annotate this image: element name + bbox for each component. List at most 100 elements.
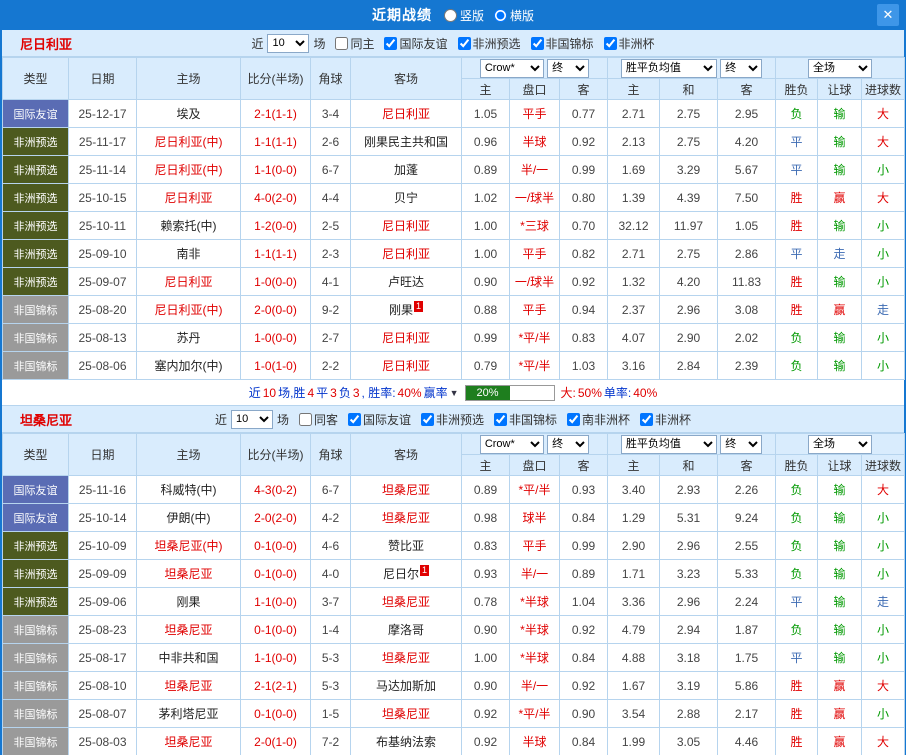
team-link[interactable]: 坦桑尼亚(中): [155, 539, 223, 553]
team-link[interactable]: 马达加斯加: [376, 679, 436, 693]
team-link[interactable]: 尼日利亚(中): [155, 303, 223, 317]
score-cell: 1-1(0-0): [240, 155, 311, 184]
scope-select[interactable]: 全场: [808, 58, 873, 78]
team-link[interactable]: 伊朗(中): [167, 511, 211, 525]
summary-text: 40%: [633, 385, 658, 400]
team-link[interactable]: 南非: [176, 247, 200, 261]
match-count-select[interactable]: 10: [230, 409, 273, 429]
result-wl-cell: 平: [775, 127, 819, 156]
summary-text: 50%: [577, 385, 602, 400]
filter-checkbox[interactable]: 非国锦标: [530, 35, 594, 52]
result-wl-cell: 胜: [775, 671, 819, 700]
team-link[interactable]: 茅利塔尼亚: [158, 707, 218, 721]
layout-radio[interactable]: 横版: [494, 7, 534, 24]
col-result-goals: 进球数: [861, 454, 906, 476]
filter-checkbox[interactable]: 非洲杯: [640, 411, 691, 428]
checkbox-input[interactable]: [640, 412, 654, 426]
team-link[interactable]: 卢旺达: [388, 275, 424, 289]
odds-away-cell: 0.80: [559, 183, 608, 212]
odds-home-cell: 0.93: [461, 559, 510, 588]
checkbox-input[interactable]: [603, 36, 617, 50]
team-link[interactable]: 刚果: [176, 595, 200, 609]
team-link[interactable]: 苏丹: [176, 331, 200, 345]
team-link[interactable]: 坦桑尼亚: [382, 483, 430, 497]
avg-stage-select[interactable]: 终: [720, 434, 763, 454]
team-link[interactable]: 尼日利亚: [382, 107, 430, 121]
radio-input[interactable]: [443, 8, 457, 22]
avg-away-cell: 1.75: [716, 643, 777, 672]
team-link[interactable]: 布基纳法索: [376, 735, 436, 749]
odds-stage-select[interactable]: 终: [547, 434, 590, 454]
team-link[interactable]: 尼日利亚: [382, 359, 430, 373]
filter-checkbox[interactable]: 非洲杯: [603, 35, 655, 52]
result-value: 小: [877, 539, 890, 553]
avg-select[interactable]: 胜平负均值: [620, 434, 717, 454]
filter-checkbox[interactable]: 国际友谊: [347, 411, 411, 428]
checkbox-input[interactable]: [530, 36, 544, 50]
team-link[interactable]: 坦桑尼亚: [382, 707, 430, 721]
team-link[interactable]: 赖索托(中): [161, 219, 217, 233]
checkbox-input[interactable]: [335, 36, 349, 50]
filter-checkbox[interactable]: 非洲预选: [457, 35, 521, 52]
checkbox-input[interactable]: [421, 412, 434, 426]
filter-checkbox[interactable]: 国际友谊: [384, 35, 448, 52]
checkbox-input[interactable]: [298, 412, 312, 426]
avg-select[interactable]: 胜平负均值: [620, 58, 717, 78]
team-link[interactable]: 坦桑尼亚: [164, 567, 212, 581]
team-link[interactable]: 尼日利亚: [382, 247, 430, 261]
team-link[interactable]: 中非共和国: [158, 651, 218, 665]
team-link[interactable]: 塞内加尔(中): [155, 359, 223, 373]
filter-checkbox[interactable]: 南非洲杯: [567, 411, 630, 428]
team-link[interactable]: 加蓬: [394, 163, 418, 177]
team-link[interactable]: 刚果: [389, 303, 413, 317]
team-link[interactable]: 尼日利亚: [382, 331, 430, 345]
team-link[interactable]: 坦桑尼亚: [382, 595, 430, 609]
team-link[interactable]: 贝宁: [394, 191, 418, 205]
team-link[interactable]: 赞比亚: [388, 539, 424, 553]
team-link[interactable]: 尼日利亚(中): [155, 135, 223, 149]
close-icon[interactable]: ✕: [877, 4, 899, 26]
odds-stage-select[interactable]: 终: [547, 58, 590, 78]
avg-stage-select[interactable]: 终: [720, 58, 763, 78]
team-link[interactable]: 尼日利亚: [382, 219, 430, 233]
corner-cell: 4-1: [310, 267, 351, 296]
match-count-select[interactable]: 10: [267, 33, 310, 53]
team-link[interactable]: 刚果民主共和国: [364, 135, 448, 149]
result-goals-cell: 小: [861, 643, 906, 672]
team-link[interactable]: 尼日利亚(中): [155, 163, 223, 177]
filter-checkbox[interactable]: 非洲预选: [421, 411, 484, 428]
avg-away-cell: 7.50: [716, 183, 777, 212]
team-link[interactable]: 摩洛哥: [388, 623, 424, 637]
team-link[interactable]: 尼日利亚: [164, 275, 212, 289]
radio-input[interactable]: [494, 8, 507, 22]
team-link[interactable]: 坦桑尼亚: [382, 651, 430, 665]
result-handicap-cell: 输: [817, 587, 863, 616]
team-link[interactable]: 坦桑尼亚: [164, 735, 212, 749]
team-link[interactable]: 埃及: [176, 107, 200, 121]
summary-text: , 胜率:: [361, 386, 396, 400]
result-handicap-cell: 输: [817, 503, 863, 532]
odds-away-cell: 1.03: [559, 351, 608, 380]
team-link[interactable]: 尼日利亚: [164, 191, 212, 205]
bookmaker-select[interactable]: Crow*: [479, 434, 544, 454]
filter-checkbox[interactable]: 非国锦标: [494, 411, 557, 428]
layout-radio[interactable]: 竖版: [443, 7, 484, 24]
team-link[interactable]: 坦桑尼亚: [164, 679, 212, 693]
team-link[interactable]: 坦桑尼亚: [164, 623, 212, 637]
checkbox-input[interactable]: [457, 36, 471, 50]
checkbox-input[interactable]: [347, 412, 361, 426]
checkbox-input[interactable]: [494, 412, 508, 426]
team-link[interactable]: 坦桑尼亚: [382, 511, 430, 525]
odds-home-cell: 0.88: [461, 295, 510, 324]
checkbox-input[interactable]: [567, 412, 581, 426]
col-date: 日期: [68, 433, 137, 476]
scope-select[interactable]: 全场: [808, 434, 873, 454]
team-link[interactable]: 尼日尔: [383, 567, 419, 581]
filter-checkbox[interactable]: 同客: [298, 411, 338, 428]
result-value: 走: [833, 247, 846, 261]
bookmaker-select[interactable]: Crow*: [479, 58, 544, 78]
handicap-cell: 半/一: [509, 559, 560, 588]
team-link[interactable]: 科威特(中): [161, 483, 217, 497]
filter-checkbox[interactable]: 同主: [335, 35, 374, 52]
checkbox-input[interactable]: [384, 36, 398, 50]
